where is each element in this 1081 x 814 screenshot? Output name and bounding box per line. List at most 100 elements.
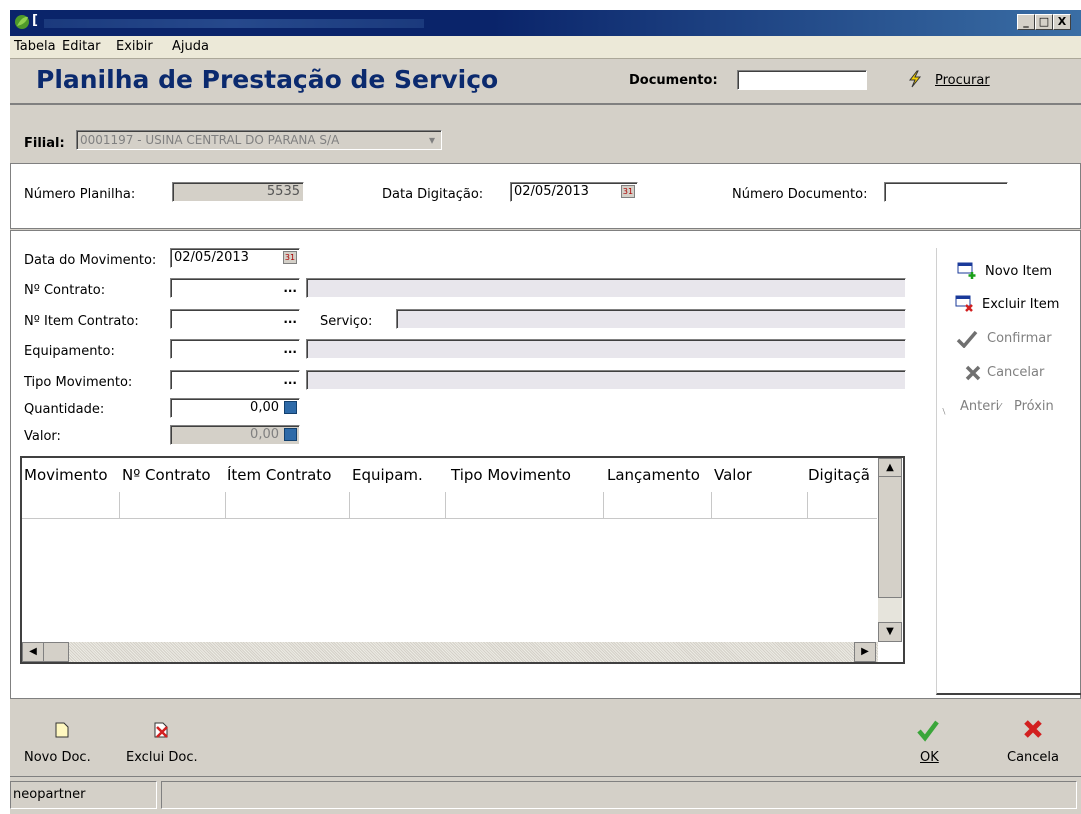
cancel-x-icon xyxy=(965,365,981,381)
data-digitacao-field[interactable]: 02/05/2013 31 xyxy=(510,182,638,202)
status-bar: neopartner xyxy=(10,776,1081,814)
numero-planilha-field: 5535 xyxy=(172,182,304,202)
item-contrato-input[interactable]: ... xyxy=(170,309,300,329)
cancelar-button[interactable]: Cancelar xyxy=(987,365,1044,380)
menu-exibir[interactable]: Exibir xyxy=(116,39,153,54)
exclui-doc-button[interactable]: Exclui Doc. xyxy=(126,750,198,765)
novo-item-button[interactable]: Novo Item xyxy=(985,264,1052,279)
title-bar[interactable]: [ _ □ X xyxy=(10,10,1081,36)
new-item-icon xyxy=(957,262,976,279)
close-button[interactable]: X xyxy=(1053,14,1071,30)
status-user: neopartner xyxy=(10,781,157,809)
grid-header[interactable]: Movimento xyxy=(24,466,108,484)
data-movimento-label: Data do Movimento: xyxy=(24,253,157,268)
quantidade-input[interactable]: 0,00 xyxy=(170,398,300,418)
contrato-description xyxy=(306,278,906,298)
documento-input[interactable] xyxy=(737,70,867,90)
horizontal-scrollbar[interactable]: ◀ ▶ xyxy=(22,642,878,662)
side-action-panel xyxy=(936,248,1081,695)
data-movimento-value: 02/05/2013 xyxy=(174,250,249,265)
grid-header[interactable]: Equipam. xyxy=(352,466,423,484)
maximize-button[interactable]: □ xyxy=(1035,14,1053,30)
grid-header[interactable]: Digitaçã xyxy=(808,466,870,484)
calendar-icon[interactable]: 31 xyxy=(283,251,297,264)
data-digitacao-value: 02/05/2013 xyxy=(514,184,589,199)
contrato-input[interactable]: ... xyxy=(170,278,300,298)
data-movimento-field[interactable]: 02/05/2013 31 xyxy=(170,248,300,268)
arrow-left-icon: ﹨ xyxy=(939,406,949,417)
contrato-label: Nº Contrato: xyxy=(24,283,106,298)
window-title: [ xyxy=(32,13,38,28)
delete-document-icon xyxy=(154,722,168,738)
valor-label: Valor: xyxy=(24,429,61,444)
delete-item-icon xyxy=(955,295,973,312)
grid-cell-divider xyxy=(711,492,712,518)
bottom-toolbar: Novo Doc. Exclui Doc. OK Cancela xyxy=(10,698,1081,787)
tipo-movimento-description xyxy=(306,370,906,390)
calculator-icon xyxy=(284,428,297,441)
application-window: [ _ □ X Tabela Editar Exibir Ajuda Plani… xyxy=(10,10,1081,814)
grid-header[interactable]: Valor xyxy=(714,466,752,484)
window-title-hidden xyxy=(44,19,424,28)
filial-value: 0001197 - USINA CENTRAL DO PARANA S/A xyxy=(80,133,340,147)
page-header: Planilha de Prestação de Serviço Documen… xyxy=(10,59,1081,105)
calculator-icon[interactable] xyxy=(284,401,297,414)
menu-bar: Tabela Editar Exibir Ajuda xyxy=(10,36,1081,59)
proximo-button[interactable]: Próxin xyxy=(1014,399,1054,414)
app-leaf-icon xyxy=(15,15,29,29)
servico-field xyxy=(396,309,906,329)
cancela-button[interactable]: Cancela xyxy=(1007,750,1059,765)
numero-planilha-label: Número Planilha: xyxy=(24,187,136,202)
cancel-x-icon xyxy=(1024,720,1042,738)
ellipsis-button[interactable]: ... xyxy=(283,280,297,296)
minimize-button[interactable]: _ xyxy=(1017,14,1035,30)
filial-select[interactable]: 0001197 - USINA CENTRAL DO PARANA S/A ▾ xyxy=(76,130,442,150)
ellipsis-button[interactable]: ... xyxy=(283,311,297,327)
calendar-icon[interactable]: 31 xyxy=(621,185,635,198)
menu-ajuda[interactable]: Ajuda xyxy=(172,39,209,54)
equipamento-input[interactable]: ... xyxy=(170,339,300,359)
scroll-left-icon[interactable]: ◀ xyxy=(22,642,44,662)
scroll-thumb[interactable] xyxy=(43,642,69,662)
grid-header[interactable]: Tipo Movimento xyxy=(451,466,571,484)
chevron-down-icon[interactable]: ▾ xyxy=(429,131,435,149)
documento-label: Documento: xyxy=(629,73,718,88)
scroll-right-icon[interactable]: ▶ xyxy=(854,642,876,662)
arrow-right-icon: ⁄ xyxy=(999,402,1001,413)
tipo-movimento-input[interactable]: ... xyxy=(170,370,300,390)
status-message xyxy=(161,781,1077,809)
scroll-thumb[interactable] xyxy=(878,476,902,598)
menu-editar[interactable]: Editar xyxy=(62,39,101,54)
new-document-icon xyxy=(55,722,69,738)
numero-documento-input[interactable] xyxy=(884,182,1008,202)
grid-cell-divider xyxy=(807,492,808,518)
anterior-button[interactable]: Anteri xyxy=(960,399,999,414)
ellipsis-button[interactable]: ... xyxy=(283,372,297,388)
servico-label: Serviço: xyxy=(320,314,373,329)
confirmar-button[interactable]: Confirmar xyxy=(987,331,1052,346)
vertical-scrollbar[interactable]: ▲ ▼ xyxy=(878,458,902,642)
grid-header[interactable]: Nº Contrato xyxy=(122,466,211,484)
item-contrato-label: Nº Item Contrato: xyxy=(24,314,139,329)
numero-documento-label: Número Documento: xyxy=(732,187,868,202)
grid-cell-divider xyxy=(603,492,604,518)
scroll-up-icon[interactable]: ▲ xyxy=(878,458,902,478)
valor-input: 0,00 xyxy=(170,425,300,445)
scroll-down-icon[interactable]: ▼ xyxy=(878,622,902,642)
ok-button[interactable]: OK xyxy=(920,750,939,765)
grid-row-divider xyxy=(22,518,877,519)
grid-cell-divider xyxy=(225,492,226,518)
grid-cell-divider xyxy=(119,492,120,518)
ellipsis-button[interactable]: ... xyxy=(283,341,297,357)
filial-label: Filial: xyxy=(24,136,65,151)
equipamento-label: Equipamento: xyxy=(24,344,115,359)
menu-tabela[interactable]: Tabela xyxy=(14,39,56,54)
novo-doc-button[interactable]: Novo Doc. xyxy=(24,750,91,765)
quantidade-label: Quantidade: xyxy=(24,402,105,417)
ok-check-icon xyxy=(917,720,939,742)
items-grid[interactable]: Movimento Nº Contrato Ítem Contrato Equi… xyxy=(20,456,905,664)
grid-header[interactable]: Lançamento xyxy=(607,466,700,484)
grid-header[interactable]: Ítem Contrato xyxy=(227,466,331,484)
procurar-button[interactable]: Procurar xyxy=(935,73,990,88)
excluir-item-button[interactable]: Excluir Item xyxy=(982,297,1059,312)
